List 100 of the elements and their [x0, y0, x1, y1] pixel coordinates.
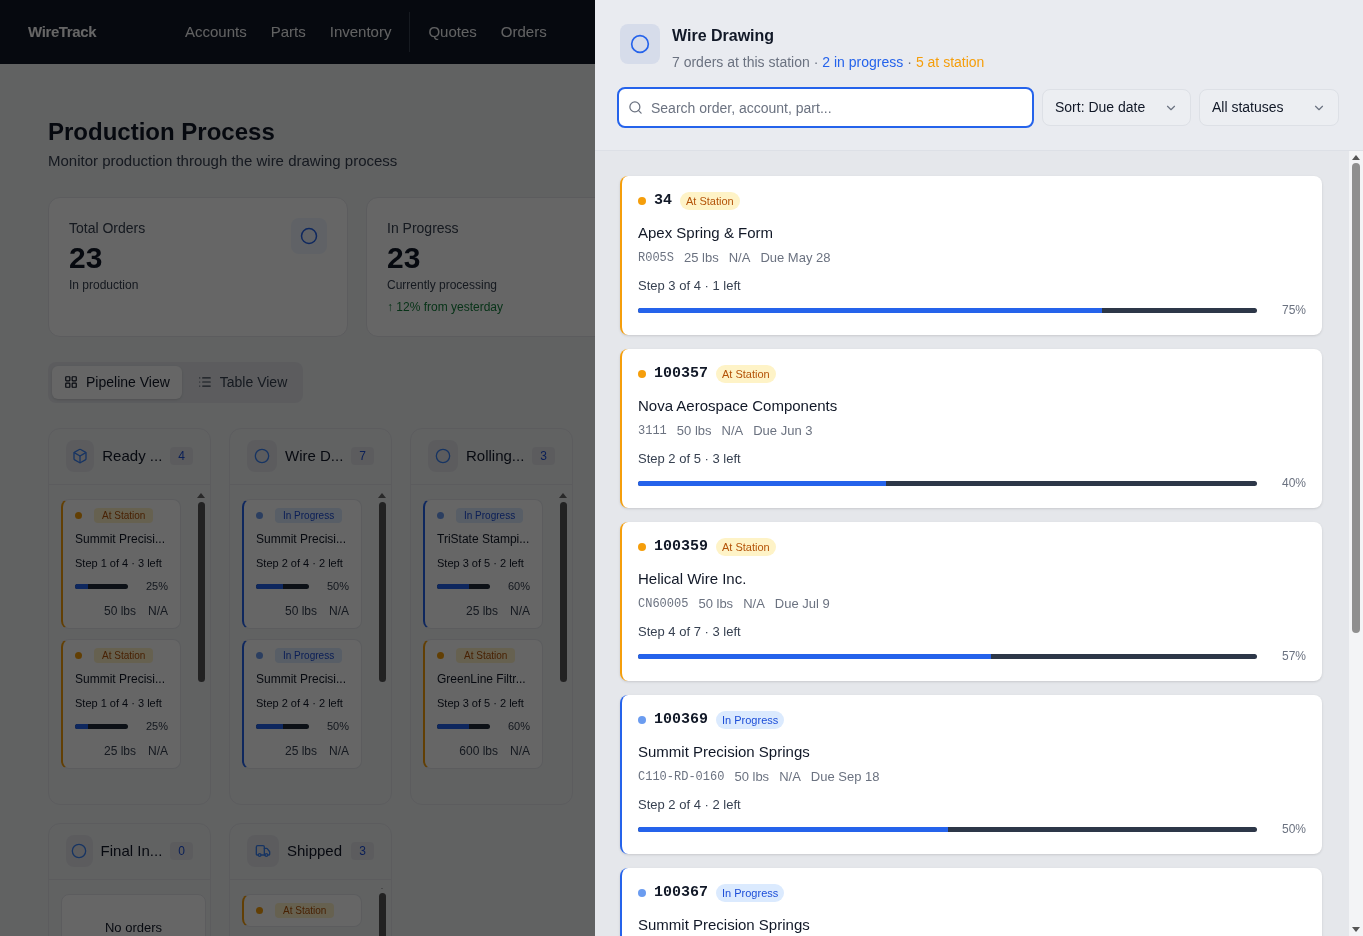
step-text: Step 2 of 4 · 2 left: [256, 695, 344, 711]
percent-text: 25%: [145, 719, 168, 734]
page-subtitle: Monitor production through the wire drawing process: [48, 151, 399, 171]
part-number: R005S: [638, 250, 674, 267]
order-card[interactable]: 100367 In Progress Summit Precision Springs: [620, 868, 1322, 936]
weight-text: 600 lbs: [459, 742, 498, 760]
nav-link[interactable]: Parts: [258, 20, 318, 44]
order-card[interactable]: 100359 At Station Helical Wire Inc. CN60005 50 lbs N/A Due Jul 9 Step 4 of 7 · 3 left 57%: [620, 522, 1322, 681]
status-badge: In Progress: [456, 507, 524, 523]
scrollbar-thumb[interactable]: [378, 501, 386, 682]
spec-text: N/A: [148, 742, 168, 760]
status-badge: At Station: [716, 538, 776, 556]
circle-icon: [71, 843, 88, 859]
order-card[interactable]: At Station GreenLine Filtr... Step 3 of 5 · 2 left 60% 600 lbs N/A: [423, 638, 543, 769]
circle-icon: [434, 448, 451, 464]
weight-text: 50 lbs: [698, 595, 734, 614]
spec-text: N/A: [743, 595, 765, 614]
trend-text: ↑ 12% from yesterday: [387, 299, 504, 316]
page-title: Production Process: [48, 117, 276, 147]
status-filter-dropdown[interactable]: All statuses: [1199, 89, 1339, 126]
percent-text: 75%: [1280, 302, 1306, 319]
order-number: 100367: [654, 885, 708, 901]
step-text: Step 4 of 7 · 3 left: [638, 623, 742, 641]
view-tab[interactable]: Table View: [185, 365, 300, 399]
weight-text: 25 lbs: [684, 249, 719, 268]
empty-state: No orders: [61, 893, 206, 936]
summary-text: 2 in progress: [822, 53, 904, 72]
count-badge: 3: [532, 447, 555, 465]
status-badge: In Progress: [275, 507, 343, 523]
column-title: Rolling...: [465, 445, 525, 466]
status-badge: In Progress: [716, 711, 785, 729]
scroll-down-arrow-icon[interactable]: [1352, 927, 1360, 932]
order-card[interactable]: In Progress TriState Stampi... Step 3 of 5 · 2 left 60% 25 lbs N/A: [423, 498, 543, 629]
percent-text: 50%: [1280, 821, 1306, 838]
spec-text: N/A: [329, 602, 349, 620]
count-badge: 3: [351, 842, 374, 860]
count-badge: 7: [351, 447, 374, 465]
weight-text: 25 lbs: [103, 742, 136, 760]
account-name: Summit Precision Springs: [638, 916, 811, 934]
account-name: Summit Precision Springs: [638, 743, 811, 761]
due-date: Due Jun 3: [753, 422, 813, 441]
status-badge: In Progress: [275, 647, 343, 663]
drawer-title: Wire Drawing: [672, 26, 776, 46]
order-number: 100359: [654, 539, 708, 555]
summary-text: 7 orders at this station ·: [672, 53, 819, 72]
circle-icon: [300, 226, 318, 245]
stat-label: Total Orders: [69, 218, 146, 238]
summary-text: ·: [907, 53, 912, 72]
percent-text: 57%: [1280, 648, 1306, 665]
order-card[interactable]: At Station: [242, 893, 362, 927]
scrollbar-thumb[interactable]: [559, 501, 567, 682]
weight-text: 25 lbs: [284, 742, 317, 760]
scrollbar-thumb[interactable]: [378, 893, 386, 936]
percent-text: 50%: [326, 579, 349, 594]
order-card[interactable]: At Station Summit Precisi... Step 1 of 4 · 3 left 25% 25 lbs N/A: [61, 638, 181, 769]
due-date: Due Sep 18: [810, 768, 880, 787]
percent-text: 40%: [1280, 475, 1306, 492]
nav-link[interactable]: Orders: [488, 20, 559, 44]
order-card[interactable]: At Station Summit Precisi... Step 1 of 4 · 3 left 25% 50 lbs N/A: [61, 498, 181, 629]
order-card[interactable]: In Progress Summit Precisi... Step 2 of 4 · 2 left 50% 25 lbs N/A: [242, 638, 362, 769]
stat-label: In Progress: [387, 218, 460, 238]
column-title: Shipped: [287, 840, 343, 861]
stat-note: In production: [69, 277, 140, 294]
truck-icon: [255, 843, 271, 859]
order-card[interactable]: 34 At Station Apex Spring & Form R005S 25 lbs N/A Due May 28 Step 3 of 4 · 1 left 75%: [620, 176, 1322, 335]
order-card[interactable]: 100357 At Station Nova Aerospace Components 3111 50 lbs N/A Due Jun 3 Step 2 of 5 · 3 left 40%: [620, 349, 1322, 508]
account-name: Apex Spring & Form: [638, 224, 775, 242]
step-text: Step 3 of 4 · 1 left: [638, 277, 742, 295]
order-card[interactable]: In Progress Summit Precisi... Step 2 of 4 · 2 left 50% 50 lbs N/A: [242, 498, 362, 629]
status-badge: At Station: [456, 647, 516, 663]
list-icon: [197, 375, 212, 389]
weight-text: 50 lbs: [676, 422, 712, 441]
status-badge: At Station: [275, 902, 335, 918]
status-badge: At Station: [94, 647, 154, 663]
order-number: 34: [654, 193, 672, 209]
part-number: CN60005: [638, 596, 689, 613]
count-badge: 0: [170, 842, 193, 860]
spec-text: N/A: [779, 768, 801, 787]
order-number: 100369: [654, 712, 708, 728]
nav-link[interactable]: Inventory: [317, 20, 404, 44]
nav-link[interactable]: Accounts: [173, 20, 259, 44]
weight-text: 50 lbs: [734, 768, 770, 787]
view-tab[interactable]: Pipeline View: [52, 365, 182, 399]
part-number: C110-RD-0160: [638, 769, 725, 786]
step-text: Step 2 of 4 · 2 left: [256, 555, 344, 571]
account-name: TriState Stampi...: [437, 530, 530, 548]
search-field[interactable]: Search order, account, part...: [617, 87, 1034, 128]
step-text: Step 3 of 5 · 2 left: [437, 695, 525, 711]
app-logo[interactable]: WireTrack: [28, 20, 173, 44]
account-name: Summit Precisi...: [256, 530, 347, 548]
nav-link[interactable]: Quotes: [416, 20, 489, 44]
spec-text: N/A: [510, 742, 530, 760]
account-name: Helical Wire Inc.: [638, 570, 748, 588]
scrollbar-thumb[interactable]: [197, 501, 205, 682]
scrollbar-thumb[interactable]: [1352, 163, 1360, 633]
step-text: Step 3 of 5 · 2 left: [437, 555, 525, 571]
scroll-up-arrow-icon[interactable]: [1352, 155, 1360, 160]
status-badge: At Station: [716, 365, 776, 383]
order-card[interactable]: 100369 In Progress Summit Precision Springs C110-RD-0160 50 lbs N/A Due Sep 18 Step 2 of 4 · 2 left 50%: [620, 695, 1322, 854]
sort-dropdown[interactable]: Sort: Due date: [1042, 89, 1191, 126]
